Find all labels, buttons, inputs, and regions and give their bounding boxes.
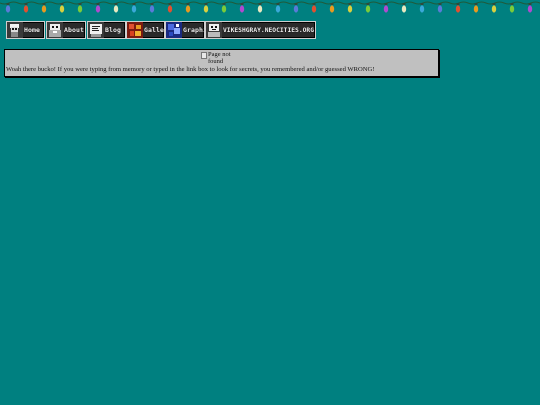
light-bulb xyxy=(185,3,191,13)
light-bulb xyxy=(257,3,263,13)
light-bulb xyxy=(59,3,65,13)
light-bulb xyxy=(365,3,371,13)
light-bulb xyxy=(383,3,389,13)
christmas-lights xyxy=(0,1,540,13)
light-bulb xyxy=(41,3,47,13)
light-bulb xyxy=(347,3,353,13)
blog-icon xyxy=(88,22,104,38)
light-bulb xyxy=(311,3,317,13)
light-bulb xyxy=(455,3,461,13)
site-icon xyxy=(206,22,222,38)
blog-button[interactable]: Blog xyxy=(87,21,126,39)
broken-image-alt-text: Page not found xyxy=(208,51,231,65)
gallery-button[interactable]: Gallery xyxy=(126,21,165,39)
light-bulb xyxy=(275,3,281,13)
broken-image: Page not found xyxy=(201,51,237,65)
light-bulb xyxy=(167,3,173,13)
light-bulb xyxy=(149,3,155,13)
light-bulb xyxy=(113,3,119,13)
blog-button-label: Blog xyxy=(105,26,122,34)
light-bulb xyxy=(221,3,227,13)
graphics-button[interactable]: Graphics xyxy=(165,21,205,39)
light-bulb xyxy=(23,3,29,13)
error-panel: Page not found Woah there bucko! If you … xyxy=(4,49,439,77)
graphics-button-label: Graphics xyxy=(183,26,204,34)
light-bulb xyxy=(5,3,11,13)
light-bulb xyxy=(527,3,533,13)
light-bulb xyxy=(329,3,335,13)
about-button-label: About xyxy=(64,26,85,34)
about-icon xyxy=(47,22,63,38)
light-bulb xyxy=(401,3,407,13)
light-bulb xyxy=(491,3,497,13)
light-bulb xyxy=(293,3,299,13)
light-bulb xyxy=(131,3,137,13)
home-icon xyxy=(7,22,23,38)
page: { "nav": { "buttons": [ {"key": "home", … xyxy=(0,0,540,405)
light-bulb xyxy=(77,3,83,13)
site-url-button[interactable]: VIKESHGRAY.NEOCITIES.ORG xyxy=(205,21,316,39)
light-bulb xyxy=(473,3,479,13)
light-bulb xyxy=(203,3,209,13)
graphics-icon xyxy=(166,22,182,38)
broken-image-icon xyxy=(201,52,207,59)
gallery-button-label: Gallery xyxy=(144,26,165,34)
home-button-label: Home xyxy=(24,26,41,34)
home-button[interactable]: Home xyxy=(6,21,45,39)
error-message: Woah there bucko! If you were typing fro… xyxy=(6,66,375,73)
light-bulb xyxy=(419,3,425,13)
light-bulb xyxy=(437,3,443,13)
light-bulb xyxy=(509,3,515,13)
light-bulb xyxy=(95,3,101,13)
light-bulb xyxy=(239,3,245,13)
gallery-icon xyxy=(127,22,143,38)
site-url-label: VIKESHGRAY.NEOCITIES.ORG xyxy=(223,26,314,34)
about-button[interactable]: About xyxy=(46,21,86,39)
